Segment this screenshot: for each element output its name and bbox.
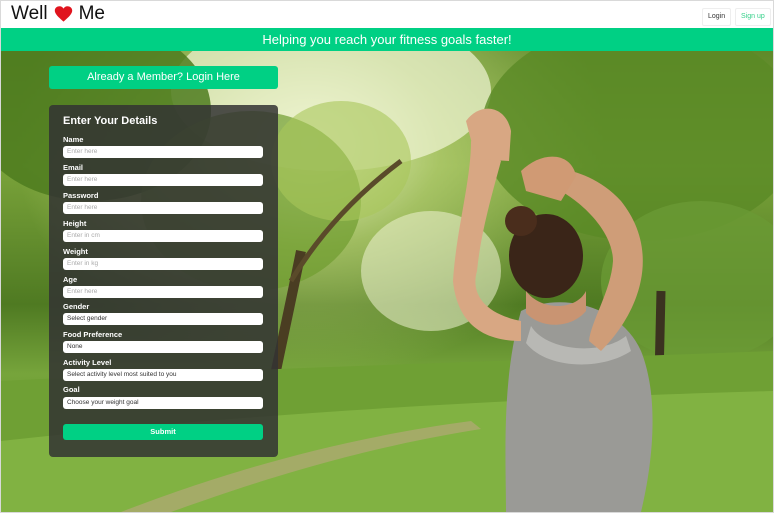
heart-icon bbox=[54, 5, 72, 22]
submit-button[interactable]: Submit bbox=[63, 424, 263, 440]
nav-signup-button[interactable]: Sign up bbox=[735, 8, 771, 26]
activity-level-select[interactable]: Select activity level most suited to you bbox=[63, 369, 263, 381]
nav-login-button[interactable]: Login bbox=[702, 8, 732, 26]
name-label: Name bbox=[63, 135, 84, 144]
height-input[interactable]: Enter in cm bbox=[63, 230, 263, 242]
member-login-button[interactable]: Already a Member? Login Here bbox=[49, 66, 278, 89]
age-label: Age bbox=[63, 275, 78, 284]
name-input[interactable]: Enter here bbox=[63, 146, 263, 158]
activity-level-label: Activity Level bbox=[63, 358, 112, 367]
password-label: Password bbox=[63, 191, 99, 200]
goal-label: Goal bbox=[63, 385, 80, 394]
height-label: Height bbox=[63, 219, 87, 228]
age-input[interactable]: Enter here bbox=[63, 286, 263, 298]
form-title: Enter Your Details bbox=[63, 115, 158, 127]
email-input[interactable]: Enter here bbox=[63, 174, 263, 186]
email-label: Email bbox=[63, 163, 84, 172]
food-preference-select[interactable]: None bbox=[63, 341, 263, 353]
tagline-banner: Helping you reach your fitness goals fas… bbox=[1, 28, 773, 51]
brand-text-left: Well bbox=[11, 3, 48, 24]
details-form: Enter Your Details Name Enter here Email… bbox=[49, 105, 278, 457]
hero-background-image: Already a Member? Login Here Enter Your … bbox=[1, 51, 773, 512]
password-input[interactable]: Enter here bbox=[63, 202, 263, 214]
weight-input[interactable]: Enter in kg bbox=[63, 258, 263, 270]
brand-logo[interactable]: Well Me bbox=[11, 3, 105, 25]
brand-text-right: Me bbox=[78, 3, 106, 24]
gender-label: Gender bbox=[63, 302, 90, 311]
goal-select[interactable]: Choose your weight goal bbox=[63, 397, 263, 409]
weight-label: Weight bbox=[63, 247, 88, 256]
page-frame: Well Me Login Sign up Helping you reach … bbox=[0, 0, 774, 513]
navbar: Well Me Login Sign up bbox=[1, 1, 773, 28]
gender-select[interactable]: Select gender bbox=[63, 313, 263, 325]
food-preference-label: Food Preference bbox=[63, 330, 123, 339]
